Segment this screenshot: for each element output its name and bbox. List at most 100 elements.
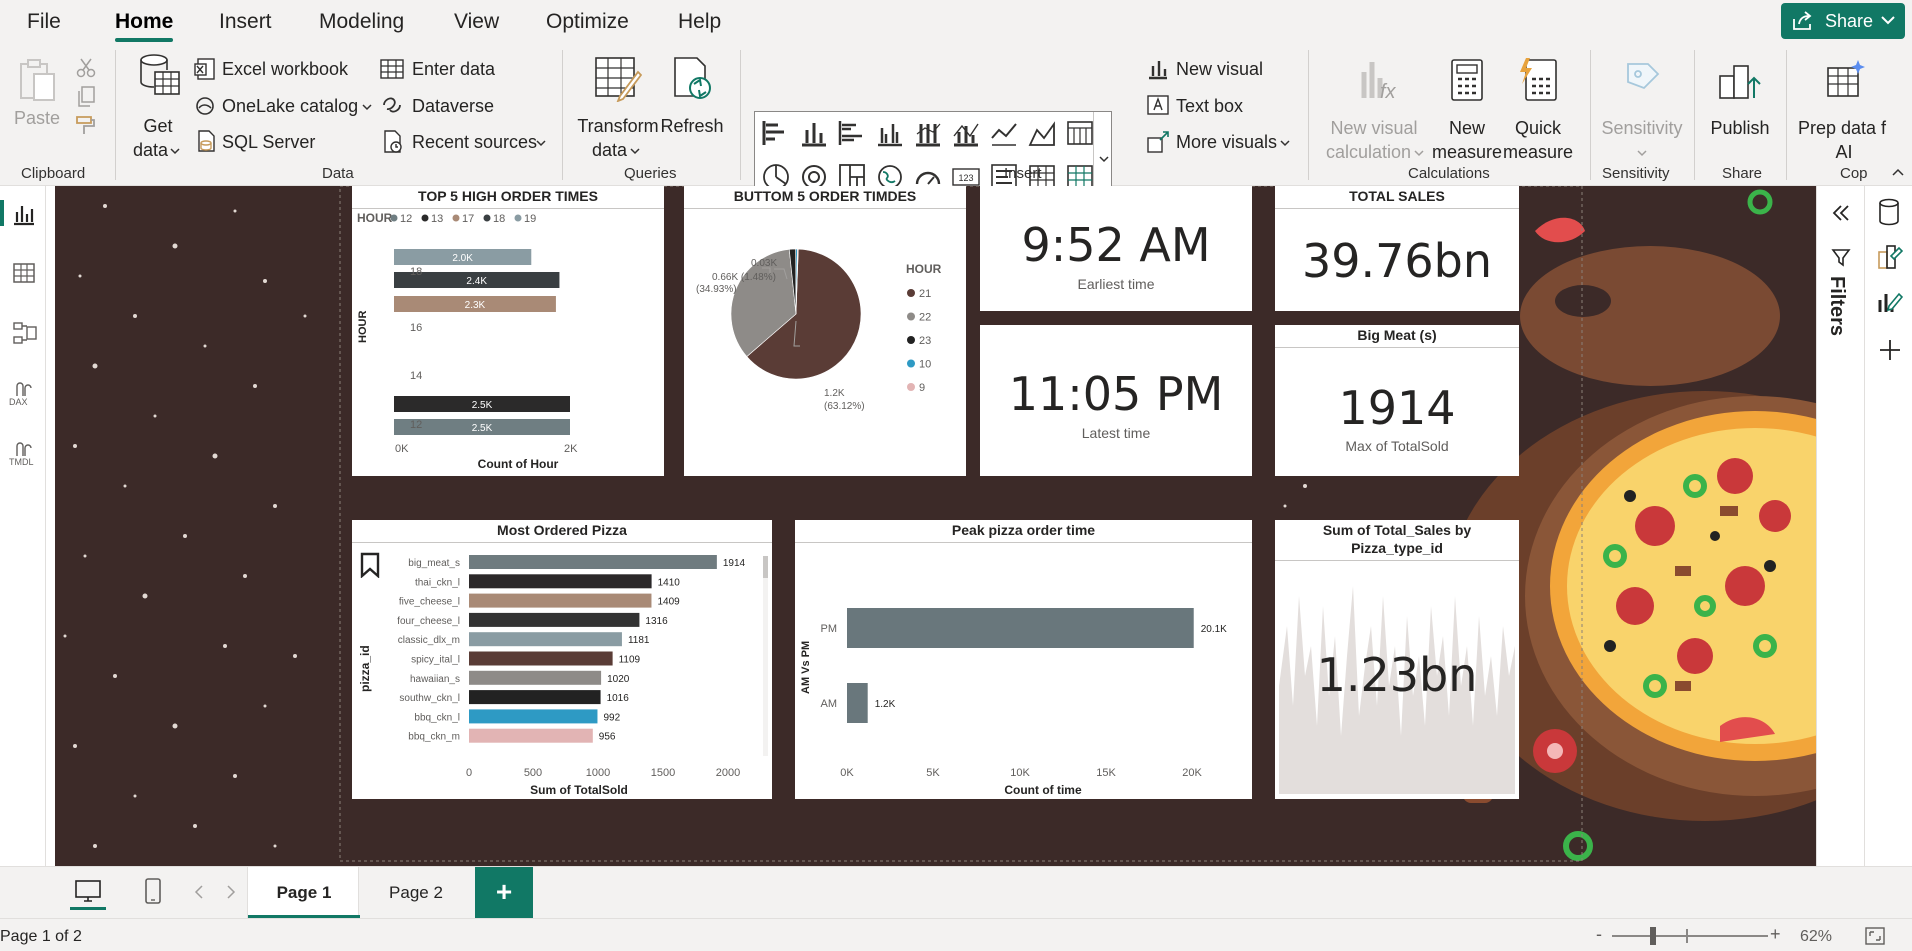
quick-measure-button[interactable]: Quick measure <box>1502 56 1574 162</box>
bottom5-order-times-visual[interactable]: BUTTOM 5 ORDER TIMDES 0.03K 0.66K (1.48%… <box>684 186 966 476</box>
desktop-layout-icon[interactable] <box>74 879 102 903</box>
share-icon <box>1793 11 1812 30</box>
copy-icon[interactable] <box>76 86 96 108</box>
publish-icon <box>1719 65 1761 99</box>
text-box-button[interactable]: Text box <box>1176 96 1243 117</box>
y-tick-label: big_meat_s <box>408 558 460 569</box>
onelake-catalog-button[interactable]: OneLake catalog <box>222 96 358 117</box>
data-label: 1.2K <box>875 699 896 710</box>
sql-server-button[interactable]: SQL Server <box>222 132 315 153</box>
svg-text:fx: fx <box>1380 81 1396 102</box>
line-chart-icon[interactable] <box>989 118 1019 148</box>
100-bar-chart-icon[interactable] <box>913 118 943 148</box>
excel-workbook-button[interactable]: Excel workbook <box>222 59 348 80</box>
menu-file[interactable]: File <box>27 10 61 34</box>
bar <box>469 632 622 647</box>
page-tab-2[interactable]: Page 2 <box>360 867 472 919</box>
menu-view[interactable]: View <box>454 10 499 34</box>
filters-pane-collapsed[interactable]: Filters <box>1816 186 1864 866</box>
x-tick-label: 2K <box>564 443 578 455</box>
sensitivity-button[interactable]: Sensitivity <box>1600 56 1684 162</box>
prep-data-ai-button[interactable]: Prep data f AI <box>1792 56 1896 162</box>
y-tick-label: PM <box>821 623 838 635</box>
tmdl-view-icon[interactable]: TMDL <box>9 442 41 470</box>
menu-help[interactable]: Help <box>678 10 721 34</box>
dax-query-view-icon[interactable]: DAX <box>9 382 39 410</box>
chevron-left-icon[interactable] <box>194 885 204 899</box>
visualizations-pane-icon[interactable] <box>1877 286 1903 314</box>
legend-item: 10 <box>919 359 931 371</box>
prep-data-icon <box>1827 60 1865 97</box>
menu-optimize[interactable]: Optimize <box>546 10 629 34</box>
line-column-chart-icon[interactable] <box>951 118 981 148</box>
sensitivity-icon <box>1627 63 1660 90</box>
legend-item: 21 <box>919 288 931 300</box>
scrollbar[interactable] <box>763 556 768 756</box>
most-ordered-pizza-visual[interactable]: Most Ordered Pizza pizza_id big_meat_s 19… <box>352 520 772 799</box>
model-view-icon[interactable] <box>12 321 38 345</box>
big-meat-card[interactable]: Big Meat (s) 1914 Max of TotalSold <box>1275 325 1519 476</box>
new-visual-button[interactable]: New visual <box>1176 59 1263 80</box>
legend-marker <box>907 359 915 368</box>
share-button[interactable]: Share <box>1781 3 1905 39</box>
enter-data-button[interactable]: Enter data <box>412 59 495 80</box>
menu-home[interactable]: Home <box>115 10 173 34</box>
publish-button[interactable]: Publish <box>1702 56 1778 162</box>
bar <box>847 683 868 723</box>
expand-gallery-icon[interactable] <box>1099 156 1109 163</box>
pane-switcher <box>1864 186 1912 905</box>
collapse-ribbon-icon[interactable] <box>1892 168 1904 176</box>
new-measure-button[interactable]: New measure <box>1432 56 1502 162</box>
latest-time-card[interactable]: 11:05 PM Latest time <box>980 325 1252 476</box>
report-view-icon[interactable] <box>12 202 36 226</box>
earliest-time-card[interactable]: 9:52 AM Earliest time <box>980 186 1252 311</box>
filter-icon <box>1831 249 1851 267</box>
expand-pane-icon[interactable] <box>1831 204 1851 222</box>
clustered-bar-chart-icon[interactable] <box>837 118 867 148</box>
menu-insert[interactable]: Insert <box>219 10 272 34</box>
more-visuals-button[interactable]: More visuals <box>1176 132 1277 153</box>
y-tick-label: AM <box>821 698 838 710</box>
transform-icon <box>595 57 642 102</box>
area-chart-icon[interactable] <box>1027 118 1057 148</box>
legend-marker <box>907 289 915 297</box>
x-tick-label: 1500 <box>651 767 675 779</box>
peak-order-time-visual[interactable]: Peak pizza order time AM Vs PM PM 20.1K AM… <box>795 520 1252 799</box>
fit-to-page-icon[interactable] <box>1864 926 1886 946</box>
chevron-right-icon[interactable] <box>226 885 236 899</box>
mobile-layout-icon[interactable] <box>144 877 162 905</box>
sum-total-sales-visual[interactable]: Sum of Total_Sales by Pizza_type_id 1.23… <box>1275 520 1519 799</box>
ribbon: Paste Clipboard Get data Excel workbook … <box>0 46 1912 202</box>
zoom-in-button[interactable]: + <box>1770 924 1781 945</box>
cut-icon[interactable] <box>76 58 96 78</box>
stacked-column-chart-icon[interactable] <box>799 118 829 148</box>
stacked-bar-chart-icon[interactable] <box>761 118 791 148</box>
clustered-column-chart-icon[interactable] <box>875 118 905 148</box>
page-tab-1[interactable]: Page 1 <box>247 867 360 919</box>
new-visual-calculation-button[interactable]: fx New visual calculation <box>1318 56 1430 162</box>
y-tick-label: bbq_ckn_l <box>414 712 460 723</box>
legend-item: 19 <box>524 213 536 225</box>
zoom-out-button[interactable]: - <box>1596 924 1602 945</box>
recent-sources-button[interactable]: Recent sources <box>412 132 537 153</box>
ribbon-chart-icon[interactable] <box>1065 118 1095 148</box>
paste-button[interactable]: Paste <box>14 58 62 138</box>
get-data-button[interactable]: Get data <box>128 52 188 160</box>
zoom-slider-thumb[interactable] <box>1650 927 1656 945</box>
menu-modeling[interactable]: Modeling <box>319 10 404 34</box>
zoom-slider-track[interactable] <box>1612 935 1768 937</box>
legend-title: HOUR <box>906 262 942 276</box>
add-page-button[interactable]: + <box>475 867 533 919</box>
data-pane-icon[interactable] <box>1877 198 1901 226</box>
add-pane-icon[interactable] <box>1878 338 1902 362</box>
format-painter-icon[interactable] <box>74 114 98 136</box>
table-view-icon[interactable] <box>12 262 36 284</box>
top5-high-order-times-visual[interactable]: TOP 5 HIGH ORDER TIMES HOUR 12 13 17 18 19 2… <box>352 186 664 476</box>
total-sales-card[interactable]: TOTAL SALES 39.76bn <box>1275 186 1519 311</box>
format-pane-icon[interactable] <box>1877 242 1903 270</box>
y-tick-label: thai_ckn_l <box>415 577 460 588</box>
refresh-button[interactable]: Refresh <box>660 56 724 136</box>
recent-sources-icon <box>384 130 402 153</box>
dataverse-button[interactable]: Dataverse <box>412 96 494 117</box>
transform-data-button[interactable]: Transform data <box>576 56 660 160</box>
